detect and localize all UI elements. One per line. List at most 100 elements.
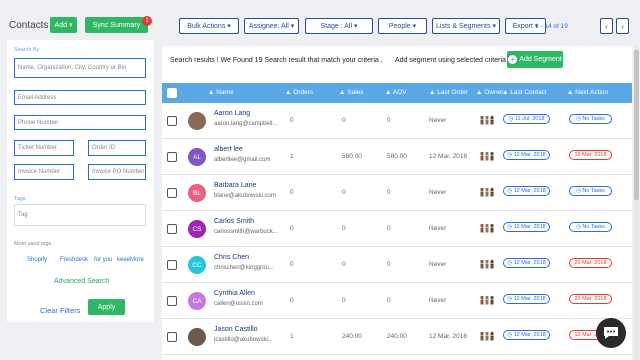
row-checkbox[interactable] <box>167 260 177 270</box>
owners-icon <box>480 151 494 161</box>
name-search-input[interactable]: Name, Organization, City, Country or Bio <box>14 58 146 78</box>
next-action-badge[interactable]: 20 Mar, 2018 <box>569 294 612 304</box>
last-contact-badge[interactable]: ◷ 12 Mar, 2018 <box>503 258 550 268</box>
invoice-po-field[interactable]: Invoice PO Number <box>88 164 146 180</box>
invoice-number-field[interactable]: Invoice Number <box>14 164 74 180</box>
prev-page-icon[interactable]: ‹ <box>600 18 613 34</box>
last-order-value: 12 Mar, 2018 <box>429 333 467 340</box>
last-contact-badge[interactable]: ◷ 12 Mar, 2018 <box>503 150 550 160</box>
table-row[interactable]: CA Cynthia Allen callen@ossin.com 0 0 0 Never ◷… <box>162 283 632 319</box>
scrollbar[interactable] <box>634 46 639 360</box>
row-checkbox[interactable] <box>167 116 177 126</box>
add-button[interactable]: Add ▾ <box>50 17 77 33</box>
aov-value: 0 <box>387 117 391 124</box>
row-checkbox[interactable] <box>167 332 177 342</box>
table-row[interactable]: BL Barbara Lane blane@akubowski.com 0 0 0 Neve… <box>162 175 632 211</box>
contact-name[interactable]: Jason Castillo <box>214 326 258 333</box>
avatar: AL <box>188 148 206 166</box>
chat-button[interactable] <box>596 318 626 348</box>
apply-button[interactable]: Apply <box>88 299 125 315</box>
ticket-number-field[interactable]: Ticket Number <box>14 140 74 156</box>
contact-email: carlossmith@warbuck... <box>214 229 278 235</box>
last-order-value: Never <box>429 189 447 196</box>
col-owner[interactable]: ▲ Owner <box>476 89 503 96</box>
email-field[interactable]: Email Address <box>14 90 146 105</box>
tags-input[interactable]: Tag <box>14 204 146 226</box>
last-contact-badge[interactable]: ◷ 11 Jul, 2018 <box>503 114 550 124</box>
clock-icon: ◷ <box>576 188 581 194</box>
col-sales[interactable]: ▲ Sales <box>339 89 364 96</box>
stage-dropdown[interactable]: Stage : All ▾ <box>305 18 373 34</box>
next-page-icon[interactable]: › <box>616 18 629 34</box>
clock-icon: ◷ <box>507 332 513 338</box>
col-orders[interactable]: ▲ Orders <box>285 89 313 96</box>
avatar: CA <box>188 292 206 310</box>
lists-segments-dropdown[interactable]: Lists & Segments ▾ <box>432 18 500 34</box>
avatar <box>188 112 206 130</box>
top-bar: Contacts Add ▾ Sync Summary 1 Bulk Action… <box>0 0 640 42</box>
contact-name[interactable]: Cynthia Allen <box>214 290 255 297</box>
clock-icon: ◷ <box>507 224 513 230</box>
aov-value: 240.00 <box>387 333 407 340</box>
table-row[interactable]: CC Chris Chen chrischen@kinggrou... 0 0 0 Neve… <box>162 247 632 283</box>
next-action-badge[interactable]: 20 Mar, 2018 <box>569 258 612 268</box>
scroll-thumb[interactable] <box>634 50 639 200</box>
chat-bubble-icon <box>604 327 618 339</box>
assignee-dropdown[interactable]: Assignee: All ▾ <box>244 18 299 34</box>
last-order-value: 12 Mar, 2018 <box>429 153 467 160</box>
sales-value: 0 <box>342 117 346 124</box>
clear-filters-link[interactable]: Clear Filters <box>40 306 80 315</box>
select-all-checkbox[interactable] <box>167 88 177 98</box>
advanced-search-link[interactable]: Advanced Search <box>54 278 109 285</box>
last-order-value: Never <box>429 297 447 304</box>
col-last-contact[interactable]: ▲ Last Contact <box>502 89 547 96</box>
owners-icon <box>480 187 494 197</box>
orders-value: 1 <box>290 333 294 340</box>
owners-icon <box>480 115 494 125</box>
tag-for-you[interactable]: for you <box>94 257 112 263</box>
contact-name[interactable]: Aaron Lang <box>214 110 250 117</box>
bulk-actions-dropdown[interactable]: Bulk Actions ▾ <box>179 18 239 34</box>
next-action-badge[interactable]: ◷ No Tasks <box>569 222 612 232</box>
row-checkbox[interactable] <box>167 152 177 162</box>
col-aov[interactable]: ▲ AOV <box>385 89 407 96</box>
contact-name[interactable]: Barbara Lane <box>214 182 256 189</box>
last-contact-badge[interactable]: ◷ 12 Mar, 2018 <box>503 186 550 196</box>
table-header: ▲ Name ▲ Orders ▲ Sales ▲ AOV ▲ Last Ord… <box>162 83 632 103</box>
last-contact-badge[interactable]: ◷ 12 Mar, 2018 <box>503 222 550 232</box>
contact-email: callen@ossin.com <box>214 301 263 307</box>
col-name[interactable]: ▲ Name <box>208 89 234 96</box>
tag-shopify[interactable]: Shopify <box>27 257 47 263</box>
table-row[interactable]: Jason Castillo jcastillo@akubowski... 1 240… <box>162 319 632 355</box>
last-contact-badge[interactable]: ◷ 12 Mar, 2018 <box>503 330 550 340</box>
table-row[interactable]: Aaron Lang aaron.lang@campbell... 0 0 0 Never… <box>162 103 632 139</box>
row-checkbox[interactable] <box>167 224 177 234</box>
contact-name[interactable]: Chris Chen <box>214 254 249 261</box>
tag-more[interactable]: keeeMore <box>117 257 144 263</box>
contact-name[interactable]: Carlos Smith <box>214 218 254 225</box>
col-last-order[interactable]: ▲ Last Order <box>429 89 468 96</box>
table-row[interactable]: AL albert lee albertlee@gmail.com 1 580.00 58… <box>162 139 632 175</box>
col-next-action[interactable]: ▲ Next Action <box>567 89 608 96</box>
row-checkbox[interactable] <box>167 296 177 306</box>
sales-value: 580.00 <box>342 153 362 160</box>
tag-freshdesk[interactable]: Freshdesk <box>60 257 88 263</box>
people-dropdown[interactable]: People ▾ <box>378 18 427 34</box>
avatar: CC <box>188 256 206 274</box>
order-id-field[interactable]: Order ID <box>88 140 146 156</box>
table-row[interactable]: CS Carlos Smith carlossmith@warbuck... 0 0 0 N… <box>162 211 632 247</box>
add-segment-button[interactable]: + Add Segment <box>507 51 563 68</box>
phone-field[interactable]: Phone Number <box>14 115 146 130</box>
avatar <box>188 328 206 346</box>
row-checkbox[interactable] <box>167 188 177 198</box>
contact-name[interactable]: albert lee <box>214 146 243 153</box>
sales-value: 0 <box>342 225 346 232</box>
sales-value: 0 <box>342 297 346 304</box>
next-action-badge[interactable]: 15 Mar, 2018 <box>569 150 612 160</box>
last-contact-badge[interactable]: ◷ 12 Mar, 2018 <box>503 294 550 304</box>
segment-text: Add segment using selected criteria <box>395 57 506 64</box>
next-action-badge[interactable]: ◷ No Tasks <box>569 186 612 196</box>
last-order-value: Never <box>429 225 447 232</box>
sync-summary-button[interactable]: Sync Summary 1 <box>85 16 152 33</box>
next-action-badge[interactable]: ◷ No Tasks <box>569 114 612 124</box>
